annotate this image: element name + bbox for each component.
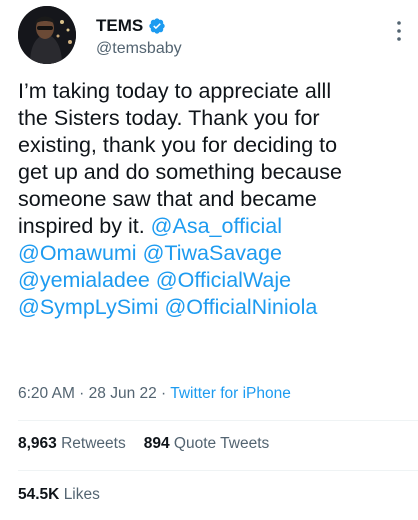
tweet-line: inspired by it. <box>18 214 151 238</box>
retweets-label: Retweets <box>61 435 126 452</box>
engagement-stats: 8,963 Retweets 894 Quote Tweets <box>18 435 269 453</box>
tweet-date[interactable]: 28 Jun 22 <box>89 385 157 402</box>
quote-tweets-label: Quote Tweets <box>173 435 270 452</box>
mention-link[interactable]: @Omawumi <box>18 241 137 265</box>
tweet-line: existing, thank you for deciding to <box>18 133 338 157</box>
author-name[interactable]: TEMS <box>96 16 143 36</box>
tweet-meta: 6:20 AM · 28 Jun 22 · Twitter for iPhone <box>18 385 291 403</box>
tweet-source-link[interactable]: Twitter for iPhone <box>170 385 291 402</box>
divider <box>18 420 418 421</box>
mention-link[interactable]: @Asa_official <box>151 214 282 238</box>
divider <box>18 470 418 471</box>
meta-separator: · <box>74 385 89 402</box>
mention-link[interactable]: @TiwaSavage <box>143 241 282 265</box>
tweet-line: the Sisters today. Thank you for <box>18 106 320 130</box>
tweet-header: TEMS @temsbaby <box>18 6 408 70</box>
tweet-line: I’m taking today to appreciate alll <box>18 79 332 103</box>
mention-link[interactable]: @SympLySimi <box>18 295 159 319</box>
retweets-count: 8,963 <box>18 435 57 452</box>
more-options-icon[interactable] <box>396 20 402 42</box>
mention-link[interactable]: @yemialadee <box>18 268 150 292</box>
meta-separator: · <box>156 385 171 402</box>
mention-link[interactable]: @OfficialNiniola <box>164 295 317 319</box>
quote-tweets-count: 894 <box>143 435 170 452</box>
likes-stat[interactable]: 54.5K Likes <box>18 486 100 504</box>
tweet-line: get up and do something because <box>18 160 342 184</box>
avatar[interactable] <box>18 6 76 64</box>
likes-label: Likes <box>63 486 100 503</box>
tweet-time[interactable]: 6:20 AM <box>18 385 75 402</box>
mention-link[interactable]: @OfficialWaje <box>156 268 291 292</box>
author-handle[interactable]: @temsbaby <box>96 40 182 58</box>
tweet-line: someone saw that and became <box>18 187 317 211</box>
author-name-row[interactable]: TEMS <box>96 16 166 36</box>
avatar-image <box>18 6 76 64</box>
quote-tweets-stat[interactable]: 894 Quote Tweets <box>144 435 270 453</box>
verified-badge-icon <box>149 18 165 34</box>
tweet-text: I’m taking today to appreciate alll the S… <box>18 78 414 321</box>
likes-count: 54.5K <box>18 486 60 503</box>
retweets-stat[interactable]: 8,963 Retweets <box>18 435 126 453</box>
